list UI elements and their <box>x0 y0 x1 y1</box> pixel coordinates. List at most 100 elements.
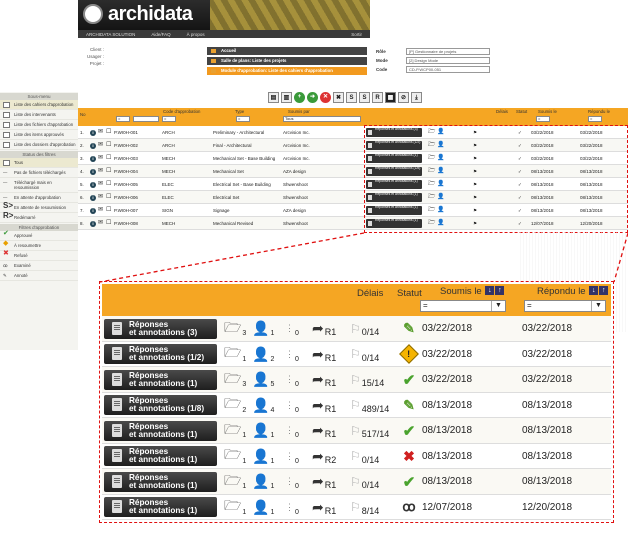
users-link[interactable]: 👤 4 <box>252 393 274 418</box>
pencil-icon: ✎ <box>403 396 415 413</box>
responses-button[interactable]: Réponses et annotations (1) <box>104 495 217 520</box>
status-cell: ✔ <box>400 367 418 392</box>
responses-button[interactable]: Réponses et annotations (1) <box>104 444 217 469</box>
soumis-date: 08/13/2018 <box>422 425 473 436</box>
dots-icon: ⋮ <box>285 374 294 384</box>
users-link[interactable]: 👤 5 <box>252 367 274 392</box>
status-cell: ✔ <box>400 418 418 443</box>
responses-button[interactable]: Réponses et annotations (1/2) <box>104 342 217 367</box>
soumis-filter-select[interactable]: = ▼ <box>420 300 506 312</box>
files-link[interactable]: 🗁 1 <box>224 444 246 469</box>
dots-icon: ⋮ <box>285 399 294 410</box>
soumis-date: 12/07/2018 <box>422 501 473 513</box>
revision-link[interactable]: ➦ R1 <box>312 418 336 443</box>
repondu-date: 03/22/2018 <box>522 374 573 385</box>
folder-icon: 🗁 <box>224 369 242 386</box>
dots-icon: ⋮ <box>285 323 294 333</box>
document-icon <box>112 423 122 437</box>
sort-down-icon[interactable]: ↓ <box>589 286 599 295</box>
delais-cell: ⚐ 489/14 <box>350 398 390 414</box>
chevron-down-icon: ▼ <box>491 301 505 311</box>
table-row[interactable]: Réponses et annotations (1) 🗁 1 👤 1 ⋮ 0 ➦ R1 … <box>102 469 611 495</box>
check-icon: ✔ <box>402 473 416 491</box>
flag-icon: ⚐ <box>350 474 361 489</box>
responses-button[interactable]: Réponses et annotations (3) <box>104 316 217 341</box>
table-row[interactable]: Réponses et annotations (1) 🗁 1 👤 1 ⋮ 0 ➦ R2 … <box>102 444 611 469</box>
delais-cell: ⚐ 8/14 <box>350 500 380 516</box>
table-row[interactable]: Réponses et annotations (1/2) 🗁 1 👤 2 ⋮ 0 ➦ R… <box>102 342 611 367</box>
dots-icon: ⋮ <box>285 425 294 435</box>
status-cell: ✎ <box>400 393 418 418</box>
users-link[interactable]: 👤 1 <box>252 495 274 520</box>
dots-icon: ⋮ <box>285 501 294 512</box>
table-row[interactable]: Réponses et annotations (1/8) 🗁 2 👤 4 ⋮ 0 ➦ R… <box>102 393 611 418</box>
delais-cell: ⚐ 0/14 <box>350 474 380 491</box>
soumis-date: 08/13/2018 <box>422 399 473 411</box>
flag-icon: ⚐ <box>350 423 361 438</box>
sort-up-icon[interactable]: ↑ <box>599 286 609 295</box>
check-icon: ✔ <box>402 422 416 440</box>
user-icon: 👤 <box>252 473 270 489</box>
user-icon: 👤 <box>252 371 270 387</box>
users-link[interactable]: 👤 1 <box>252 444 274 469</box>
dots-icon: ⋮ <box>285 348 294 359</box>
revision-link[interactable]: ➦ R1 <box>312 393 336 418</box>
files-link[interactable]: 🗁 1 <box>224 495 246 520</box>
users-link[interactable]: 👤 1 <box>252 316 274 341</box>
sort-up-icon[interactable]: ↑ <box>495 286 505 295</box>
soumis-date: 08/13/2018 <box>422 450 473 462</box>
soumis-date: 03/22/2018 <box>422 374 473 385</box>
zoom-panel: Délais Statut Soumis le ↓ ↑ Répondu le ↓ ↑… <box>102 284 611 520</box>
repondu-date: 08/13/2018 <box>522 425 573 436</box>
repondu-filter-select[interactable]: = ▼ <box>524 300 606 312</box>
forward-arrow-icon: ➦ <box>312 371 324 387</box>
forward-arrow-icon: ➦ <box>312 498 324 515</box>
revision-link[interactable]: ➦ R1 <box>312 316 336 341</box>
comments-count: ⋮ 0 <box>285 425 299 439</box>
zoom-col-statut: Statut <box>397 288 422 299</box>
zoom-col-repondu: Répondu le ↓ ↑ <box>537 286 609 297</box>
revision-link[interactable]: ➦ R1 <box>312 342 336 367</box>
files-link[interactable]: 🗁 1 <box>224 342 246 367</box>
document-icon <box>112 474 122 488</box>
users-link[interactable]: 👤 2 <box>252 342 274 367</box>
responses-button[interactable]: Réponses et annotations (1) <box>104 367 217 392</box>
responses-button[interactable]: Réponses et annotations (1/8) <box>104 393 217 418</box>
forward-arrow-icon: ➦ <box>312 396 324 413</box>
folder-icon: 🗁 <box>224 420 242 437</box>
files-link[interactable]: 🗁 1 <box>224 469 246 494</box>
users-link[interactable]: 👤 1 <box>252 418 274 443</box>
files-link[interactable]: 🗁 2 <box>224 393 246 418</box>
files-link[interactable]: 🗁 3 <box>224 316 246 341</box>
pencil-icon: ✎ <box>403 320 415 336</box>
flag-icon: ⚐ <box>350 372 361 387</box>
folder-icon: 🗁 <box>224 395 242 411</box>
table-row[interactable]: Réponses et annotations (1) 🗁 1 👤 1 ⋮ 0 ➦ R1 … <box>102 418 611 444</box>
chevron-down-icon: ▼ <box>591 301 605 311</box>
user-icon: 👤 <box>252 447 270 464</box>
files-link[interactable]: 🗁 1 <box>224 418 246 443</box>
soumis-date: 03/22/2018 <box>422 348 473 360</box>
table-row[interactable]: Réponses et annotations (1) 🗁 1 👤 1 ⋮ 0 ➦ R1 … <box>102 495 611 520</box>
table-row[interactable]: Réponses et annotations (3) 🗁 3 👤 1 ⋮ 0 ➦ R1 … <box>102 316 611 342</box>
comments-count: ⋮ 0 <box>285 399 299 414</box>
revision-link[interactable]: ➦ R2 <box>312 444 336 469</box>
delais-cell: ⚐ 0/14 <box>350 449 380 465</box>
check-icon: ✔ <box>402 371 416 389</box>
delais-cell: ⚐ 0/14 <box>350 347 380 363</box>
revision-link[interactable]: ➦ R1 <box>312 367 336 392</box>
users-link[interactable]: 👤 1 <box>252 469 274 494</box>
zoom-header: Délais Statut Soumis le ↓ ↑ Répondu le ↓ ↑… <box>102 284 611 316</box>
sort-down-icon[interactable]: ↓ <box>485 286 495 295</box>
table-row[interactable]: Réponses et annotations (1) 🗁 3 👤 5 ⋮ 0 ➦ R1 … <box>102 367 611 393</box>
repondu-date: 03/22/2018 <box>522 348 573 360</box>
revision-link[interactable]: ➦ R1 <box>312 495 336 520</box>
user-icon: 👤 <box>252 396 270 413</box>
revision-link[interactable]: ➦ R1 <box>312 469 336 494</box>
delais-cell: ⚐ 517/14 <box>350 423 390 440</box>
responses-button[interactable]: Réponses et annotations (1) <box>104 469 217 494</box>
repondu-date: 03/22/2018 <box>522 323 573 334</box>
files-link[interactable]: 🗁 3 <box>224 367 246 392</box>
zoom-col-soumis: Soumis le ↓ ↑ <box>440 286 505 297</box>
responses-button[interactable]: Réponses et annotations (1) <box>104 418 217 443</box>
